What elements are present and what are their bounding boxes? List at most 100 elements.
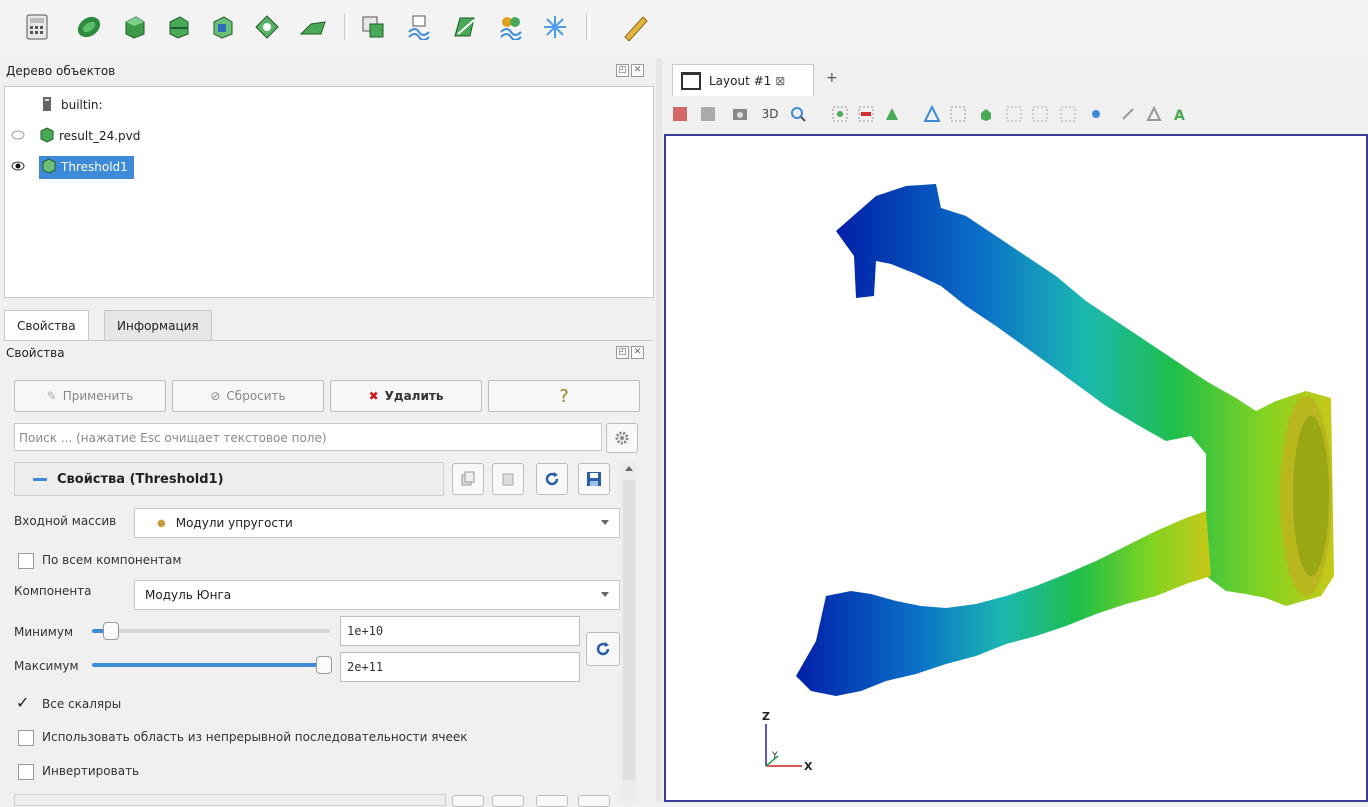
grow-selection-icon[interactable] — [1030, 104, 1050, 124]
save-icon[interactable] — [578, 463, 610, 495]
properties-section-header[interactable]: Свойства (Threshold1) — [14, 462, 444, 496]
server-icon — [41, 96, 53, 115]
undock-icon[interactable]: ◰ — [616, 64, 629, 77]
properties-scrollbar[interactable] — [621, 462, 637, 802]
reset-icon: ⊘ — [210, 389, 221, 403]
extract-subset-icon[interactable] — [252, 12, 282, 42]
stream-tracer-icon[interactable] — [358, 12, 388, 42]
all-scalars-checkbox[interactable]: ✓ — [16, 694, 34, 712]
refresh-icon[interactable] — [536, 795, 568, 807]
axis-x-label: X — [804, 760, 813, 773]
group-datasets-icon[interactable] — [450, 12, 480, 42]
capture-screenshot-icon[interactable] — [730, 104, 750, 124]
select-frustum-icon[interactable] — [922, 104, 942, 124]
min-slider-track[interactable] — [92, 629, 330, 633]
tree-item-builtin[interactable]: builtin: — [41, 93, 103, 117]
clip-icon[interactable] — [120, 12, 150, 42]
hover-cells-icon[interactable] — [1144, 104, 1164, 124]
select-points-icon[interactable] — [830, 104, 850, 124]
reset-button[interactable]: ⊘ Сбросить — [172, 380, 324, 412]
paste-icon[interactable] — [492, 795, 524, 807]
properties-panel-buttons: ◰ ✕ — [614, 346, 644, 359]
calculator-icon[interactable] — [22, 12, 52, 42]
svg-text:A: A — [1174, 108, 1185, 123]
eye-closed-icon[interactable] — [11, 129, 25, 143]
reset-range-refresh-icon[interactable] — [586, 632, 620, 666]
window-icon — [681, 72, 701, 90]
undock-icon[interactable]: ◰ — [616, 346, 629, 359]
render-view[interactable]: Z Y X — [664, 134, 1368, 802]
select-polygon-icon[interactable] — [1004, 104, 1024, 124]
slice-icon[interactable] — [164, 12, 194, 42]
contour-icon[interactable] — [74, 12, 104, 42]
tab-layout-1[interactable]: Layout #1 ⊠ — [672, 64, 814, 97]
axis-z-label: Z — [762, 710, 770, 723]
filter-icon[interactable] — [540, 12, 570, 42]
pipeline-tree[interactable]: builtin: result_24.pvd Threshold1 — [4, 86, 654, 298]
chevron-down-icon — [601, 592, 609, 597]
zoom-box-icon[interactable] — [788, 104, 808, 124]
hover-points-icon[interactable] — [1118, 104, 1138, 124]
input-array-value: Модули упругости — [175, 516, 293, 530]
toggle-3d-button[interactable]: 3D — [760, 104, 780, 124]
glyph-icon[interactable] — [298, 12, 328, 42]
paste-icon[interactable] — [492, 463, 524, 495]
tab-information[interactable]: Информация — [104, 310, 212, 341]
copy-icon[interactable] — [452, 463, 484, 495]
copy-icon[interactable] — [452, 795, 484, 807]
invert-label: Инвертировать — [42, 764, 140, 778]
search-input[interactable]: Поиск ... (нажатие Esc очищает текстовое… — [14, 423, 602, 451]
delete-button[interactable]: ✖ Удалить — [330, 380, 482, 412]
reset-camera-icon[interactable] — [670, 104, 690, 124]
tree-item-threshold[interactable]: Threshold1 — [11, 155, 134, 179]
select-cells-icon[interactable] — [856, 104, 876, 124]
select-surface-icon[interactable] — [882, 104, 902, 124]
eye-open-icon[interactable] — [11, 160, 25, 174]
min-slider-handle[interactable] — [103, 622, 120, 640]
ruler-icon[interactable] — [620, 12, 650, 42]
axis-y-label: Y — [771, 751, 778, 761]
min-value-input[interactable]: 1e+10 — [340, 616, 580, 646]
max-slider-handle[interactable] — [316, 656, 332, 674]
properties-title: Свойства — [6, 346, 65, 360]
apply-button[interactable]: ✎ Применить — [14, 380, 166, 412]
max-value-input[interactable]: 2e+11 — [340, 652, 580, 682]
shrink-selection-icon[interactable] — [1058, 104, 1078, 124]
apply-button-label: Применить — [62, 389, 134, 403]
component-value: Модуль Юнга — [145, 588, 232, 602]
max-label: Максимум — [14, 659, 79, 673]
scrollbar-thumb[interactable] — [623, 480, 635, 780]
save-icon[interactable] — [578, 795, 610, 807]
threshold-icon[interactable] — [208, 12, 238, 42]
tree-item-label: result_24.pvd — [59, 129, 141, 143]
tree-item-result[interactable]: result_24.pvd — [11, 124, 140, 148]
add-tab-button[interactable]: + — [826, 70, 838, 86]
toolbar-separator — [586, 14, 590, 40]
advanced-settings-gear-icon[interactable] — [606, 423, 638, 453]
all-components-checkbox[interactable] — [18, 553, 34, 569]
clear-selection-icon[interactable] — [1086, 104, 1106, 124]
input-array-label: Входной массив — [14, 514, 117, 528]
panel-splitter[interactable] — [656, 58, 662, 802]
interactive-select-icon[interactable] — [976, 104, 996, 124]
extract-level-icon[interactable] — [496, 12, 526, 42]
pipeline-panel-buttons: ◰ ✕ — [614, 64, 644, 77]
close-tab-icon[interactable]: ⊠ — [775, 74, 785, 88]
scroll-up-icon[interactable] — [625, 466, 633, 471]
close-icon[interactable]: ✕ — [631, 346, 644, 359]
select-block-icon[interactable] — [948, 104, 968, 124]
tree-item-selected[interactable]: Threshold1 — [39, 155, 134, 179]
tab-properties[interactable]: Свойства — [4, 310, 89, 341]
component-select[interactable]: Модуль Юнга — [134, 580, 620, 610]
continuous-range-checkbox[interactable] — [18, 730, 34, 746]
reset-button-label: Сбросить — [226, 389, 286, 403]
close-icon[interactable]: ✕ — [631, 64, 644, 77]
refresh-icon[interactable] — [536, 463, 568, 495]
input-array-select[interactable]: ● Модули упругости — [134, 508, 620, 538]
help-button[interactable]: ? — [488, 380, 640, 412]
invert-checkbox[interactable] — [18, 764, 34, 780]
annotation-icon[interactable]: A — [1170, 104, 1190, 124]
warp-icon[interactable] — [404, 12, 434, 42]
zoom-to-data-icon[interactable] — [698, 104, 718, 124]
next-section-header[interactable] — [14, 794, 446, 806]
